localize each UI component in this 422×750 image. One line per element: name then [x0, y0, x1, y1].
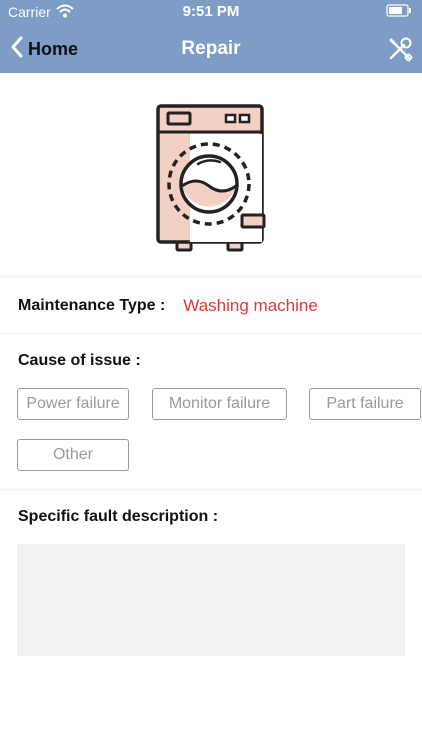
- status-bar: Carrier 9:51 PM: [0, 0, 422, 24]
- fault-description-input[interactable]: [17, 544, 405, 656]
- option-part-failure[interactable]: Part failure: [309, 388, 421, 420]
- option-other[interactable]: Other: [17, 439, 129, 471]
- divider: [0, 489, 422, 490]
- option-monitor-failure[interactable]: Monitor failure: [152, 388, 287, 420]
- maintenance-type-label: Maintenance Type :: [18, 297, 166, 314]
- fault-description-label: Specific fault description :: [18, 508, 219, 525]
- maintenance-type-row: Maintenance Type : Washing machine: [18, 296, 418, 316]
- cause-of-issue-label: Cause of issue :: [18, 352, 141, 369]
- app-header: Carrier 9:51 PM Home Repair: [0, 0, 422, 73]
- status-time: 9:51 PM: [182, 3, 240, 20]
- page-title: Repair: [181, 38, 241, 59]
- battery-icon: [386, 4, 412, 20]
- maintenance-type-value: Washing machine: [183, 296, 318, 315]
- tools-button[interactable]: [386, 35, 414, 63]
- divider: [0, 333, 422, 334]
- divider: [0, 276, 422, 277]
- option-power-failure[interactable]: Power failure: [17, 388, 129, 420]
- wrench-screwdriver-icon: [386, 37, 414, 67]
- washing-machine-icon: [150, 100, 272, 258]
